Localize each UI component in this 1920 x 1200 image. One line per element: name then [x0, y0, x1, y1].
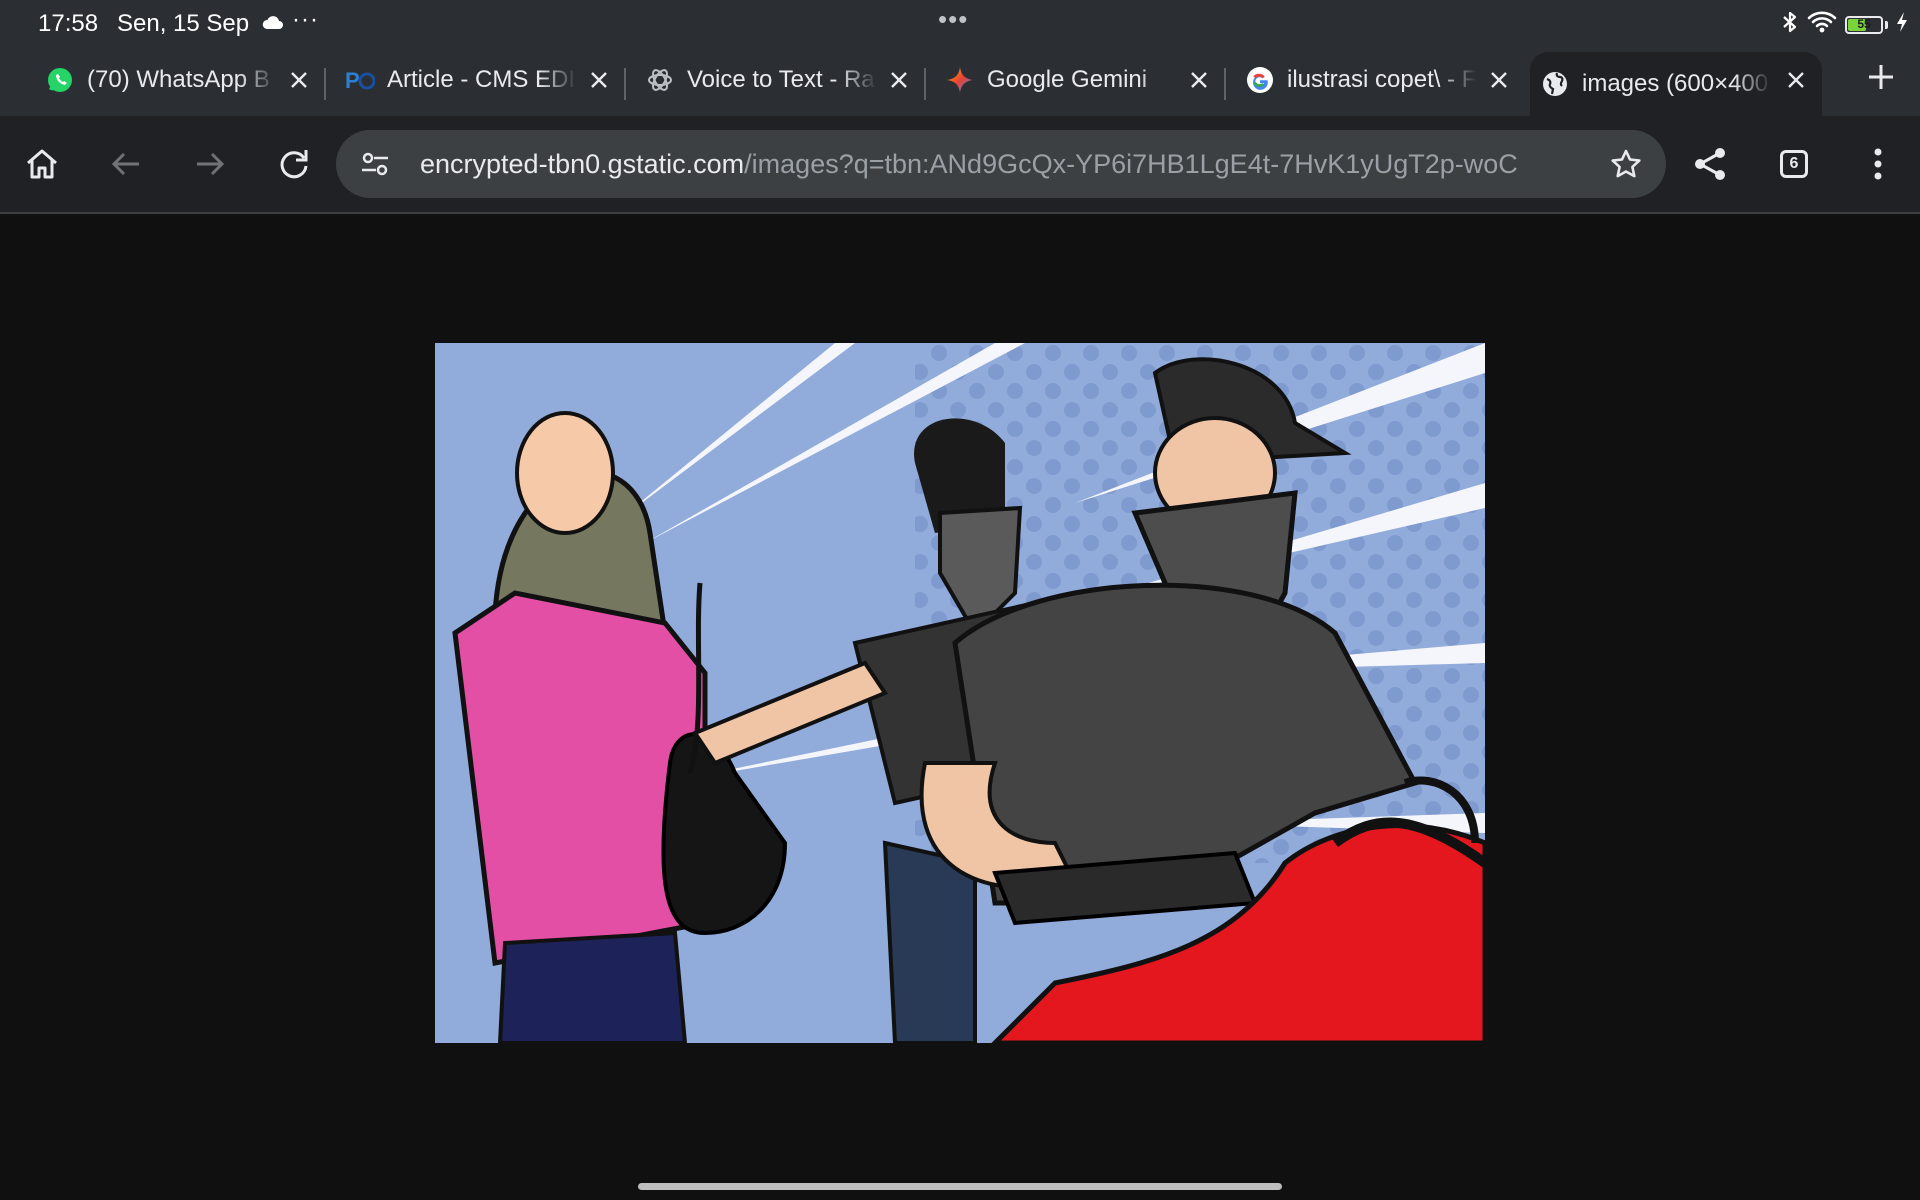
tab-count: 6 [1780, 150, 1808, 178]
browser-toolbar: encrypted-tbn0.gstatic.com/images?q=tbn:… [0, 116, 1920, 214]
bookmark-star-icon[interactable] [1610, 148, 1642, 185]
tab-title: (70) WhatsApp B [87, 66, 270, 93]
cloud-icon [262, 14, 284, 35]
status-time: 17:58 [38, 10, 99, 37]
battery-level-text: 55 [1857, 16, 1871, 31]
gesture-nav-handle[interactable] [638, 1183, 1282, 1190]
close-tab-icon[interactable] [885, 66, 913, 94]
forward-arrow-icon[interactable] [186, 140, 234, 188]
pickpocket-illustration [435, 343, 1485, 1043]
tab-divider [324, 68, 326, 100]
tab-title: Voice to Text - Ra [687, 66, 875, 93]
address-bar[interactable]: encrypted-tbn0.gstatic.com/images?q=tbn:… [336, 130, 1666, 198]
tab-voice-to-text[interactable]: Voice to Text - Ra [635, 52, 925, 108]
tab-title: images (600×400 [1582, 70, 1769, 97]
globe-icon [1540, 69, 1570, 99]
close-tab-icon[interactable] [1185, 66, 1213, 94]
status-icons: 55 [1781, 10, 1908, 39]
close-tab-icon[interactable] [1782, 66, 1810, 94]
url-path: /images?q=tbn:ANd9GcQx-YP6i7HB1LgE4t-7Hv… [744, 149, 1518, 179]
tab-gemini[interactable]: Google Gemini [935, 52, 1225, 108]
whatsapp-icon [45, 65, 75, 95]
window-handle-icon[interactable]: ••• [938, 4, 968, 35]
share-icon[interactable] [1686, 140, 1734, 188]
tab-title: ilustrasi copet\ - F [1287, 66, 1477, 93]
openai-icon [645, 65, 675, 95]
tab-whatsapp[interactable]: (70) WhatsApp B [35, 52, 325, 108]
tab-divider [624, 68, 626, 100]
google-icon [1245, 65, 1275, 95]
tab-divider [1224, 68, 1226, 100]
tab-title: Google Gemini [987, 66, 1148, 93]
tab-title: Article - CMS EDI [387, 66, 576, 93]
wifi-icon [1807, 10, 1837, 39]
close-tab-icon[interactable] [585, 66, 613, 94]
close-tab-icon[interactable] [1485, 66, 1513, 94]
new-tab-plus-icon[interactable] [1866, 62, 1896, 97]
gemini-icon [945, 65, 975, 95]
close-tab-icon[interactable] [285, 66, 313, 94]
reload-icon[interactable] [270, 140, 318, 188]
site-settings-tune-icon[interactable] [360, 150, 390, 183]
status-date: Sen, 15 Sep [117, 10, 250, 37]
tab-divider [924, 68, 926, 100]
svg-text:P: P [345, 68, 360, 93]
url-host: encrypted-tbn0.gstatic.com [420, 149, 745, 179]
tab-strip: (70) WhatsApp B P Article - CMS EDI Voic… [0, 46, 1920, 116]
back-arrow-icon[interactable] [102, 140, 150, 188]
displayed-image [435, 343, 1485, 1043]
charging-icon [1896, 11, 1908, 38]
tab-switcher-button[interactable]: 6 [1770, 140, 1818, 188]
tab-cms[interactable]: P Article - CMS EDI [335, 52, 625, 108]
url-clip: encrypted-tbn0.gstatic.com/images?q=tbn:… [420, 130, 1550, 198]
tab-images-active[interactable]: images (600×400 [1530, 52, 1822, 116]
tab-google-search[interactable]: ilustrasi copet\ - F [1235, 52, 1525, 108]
bluetooth-icon [1781, 10, 1799, 39]
url-text[interactable]: encrypted-tbn0.gstatic.com/images?q=tbn:… [420, 149, 1550, 180]
cms-po-icon: P [345, 65, 375, 95]
home-icon[interactable] [18, 140, 66, 188]
kebab-menu-icon[interactable] [1854, 140, 1902, 188]
status-bar: 17:58 Sen, 15 Sep ··· ••• 55 [0, 0, 1920, 46]
battery-cap [1885, 20, 1888, 29]
status-more-icon: ··· [292, 6, 319, 33]
battery-icon: 55 [1845, 15, 1883, 34]
